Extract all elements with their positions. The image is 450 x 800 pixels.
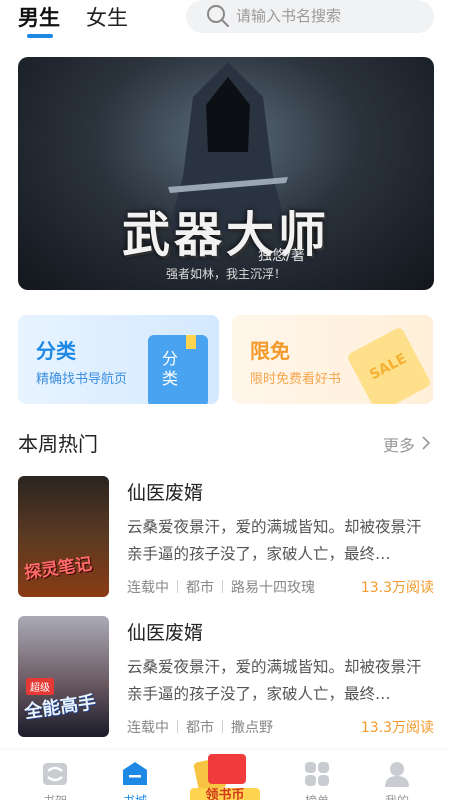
nav-mine-label: 我的: [362, 792, 432, 800]
cover-badge: 超级: [26, 678, 54, 695]
book-author: 路易十四玫瑰: [231, 580, 315, 596]
book-category: 都市: [186, 580, 214, 596]
divider: [222, 580, 223, 593]
bookshelf-icon: [43, 763, 67, 785]
book-meta: 连载中 都市 撒点野: [127, 717, 273, 737]
banner-slogan: 强者如林，我主沉浮！: [165, 267, 286, 281]
nav-store[interactable]: 书城: [100, 750, 170, 800]
book-icon: 分类: [148, 335, 208, 404]
bookmark-ribbon-icon: [186, 335, 196, 349]
more-link[interactable]: 更多: [383, 432, 415, 456]
bookstore-icon: [123, 762, 147, 785]
tab-male[interactable]: 男生: [18, 2, 60, 32]
category-title: 分类: [36, 339, 76, 363]
book-title[interactable]: 仙医废婿: [127, 618, 203, 645]
banner-author: 独悠/著: [258, 248, 305, 264]
bottom-nav: 书架 书城 领书币 榜单 我的: [0, 750, 450, 800]
divider: [222, 720, 223, 733]
search-input[interactable]: [236, 0, 426, 33]
book-read-count: 13.3万阅读: [360, 580, 434, 596]
divider: [177, 720, 178, 733]
free-subtitle: 限时免费看好书: [250, 372, 342, 387]
book-description: 云桑爱夜景汗，爱的满城皆知。却被夜景汗亲手逼的孩子没了，家破人亡，最终…: [127, 518, 422, 563]
book-cover[interactable]: 探灵笔记: [18, 476, 109, 597]
banner-title: 武器大师: [121, 207, 330, 263]
cover-title: 探灵笔记: [23, 554, 94, 584]
active-tab-indicator: [27, 34, 53, 38]
sale-tag-icon: SALE: [346, 326, 432, 404]
book-description: 云桑爱夜景汗，爱的满城皆知。却被夜景汗亲手逼的孩子没了，家破人亡，最终…: [127, 658, 422, 703]
free-title: 限免: [250, 339, 290, 363]
top-bar: 男生 女生: [0, 0, 450, 44]
grid-ranking-icon: [305, 762, 329, 786]
category-subtitle: 精确找书导航页: [36, 372, 128, 387]
search-icon: [207, 5, 229, 27]
book-author: 撒点野: [231, 720, 273, 736]
book-cover[interactable]: 超级 全能高手: [18, 616, 109, 737]
tab-female[interactable]: 女生: [86, 2, 128, 32]
book-title[interactable]: 仙医废婿: [127, 478, 203, 505]
book-item[interactable]: 探灵笔记 仙医废婿 云桑爱夜景汗，爱的满城皆知。却被夜景汗亲手逼的孩子没了，家破…: [18, 476, 434, 598]
divider: [177, 580, 178, 593]
category-card[interactable]: 分类 精确找书导航页 分类: [18, 315, 219, 404]
red-envelope-icon: [208, 754, 246, 784]
nav-store-label: 书城: [100, 792, 170, 800]
book-read-count: 13.3万阅读: [360, 720, 434, 736]
nav-mine[interactable]: 我的: [362, 750, 432, 800]
nav-shelf-label: 书架: [20, 792, 90, 800]
chevron-right-icon[interactable]: [421, 436, 431, 450]
nav-gift[interactable]: 领书币: [190, 750, 260, 800]
featured-banner[interactable]: 武器大师 独悠/著 强者如林，我主沉浮！: [18, 57, 434, 290]
nav-shelf[interactable]: 书架: [20, 750, 90, 800]
book-status: 连载中: [127, 580, 169, 596]
user-icon: [385, 762, 409, 787]
free-card[interactable]: 限免 限时免费看好书 SALE: [232, 315, 433, 404]
nav-rank[interactable]: 榜单: [282, 750, 352, 800]
sale-tag-text: SALE: [367, 350, 410, 384]
book-item[interactable]: 超级 全能高手 仙医废婿 云桑爱夜景汗，爱的满城皆知。却被夜景汗亲手逼的孩子没了…: [18, 616, 434, 738]
section-title: 本周热门: [18, 432, 98, 456]
nav-gift-label: 领书币: [190, 788, 260, 800]
search-bar[interactable]: [186, 0, 434, 33]
book-meta: 连载中 都市 路易十四玫瑰: [127, 577, 315, 597]
book-category: 都市: [186, 720, 214, 736]
book-icon-text: 分类: [162, 349, 179, 388]
book-status: 连载中: [127, 720, 169, 736]
nav-rank-label: 榜单: [282, 792, 352, 800]
